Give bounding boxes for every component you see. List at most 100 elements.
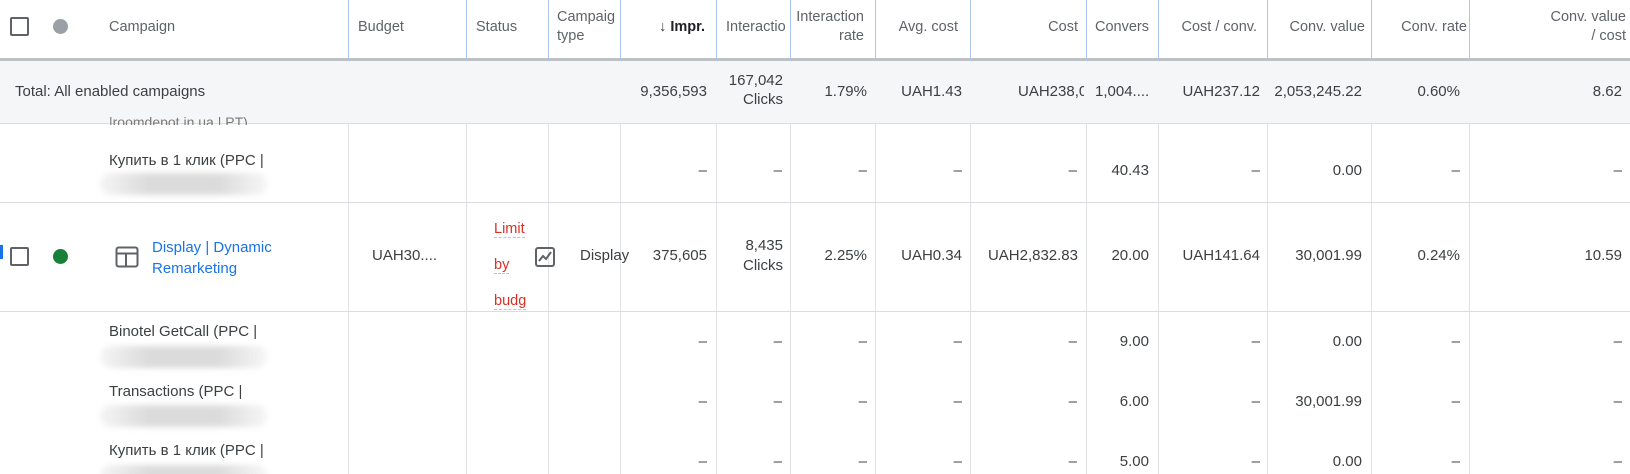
impr-value: – [698, 162, 707, 179]
redacted-text [100, 346, 268, 368]
row-checkbox[interactable] [10, 247, 29, 266]
col-avg-cost[interactable]: Avg. cost [876, 0, 960, 58]
totals-conv-value: 2,053,245.22 [1274, 83, 1362, 100]
totals-impr: 9,356,593 [640, 83, 707, 100]
col-divider[interactable] [1158, 0, 1159, 61]
status-text-2[interactable]: by [494, 257, 510, 274]
col-divider[interactable] [348, 0, 349, 61]
totals-conversions: 1,004.... [1095, 83, 1150, 100]
col-conv-value[interactable]: Conv. value [1268, 0, 1366, 58]
col-conversions[interactable]: Convers [1095, 0, 1157, 58]
redacted-text [100, 465, 268, 474]
col-divider[interactable] [716, 0, 717, 61]
col-impr-label: Impr. [670, 19, 705, 35]
conv-rate-value: – [1451, 453, 1460, 470]
col-campaign-type-label-2: type [557, 28, 585, 44]
col-divider[interactable] [1469, 0, 1470, 61]
col-conv-value-cost[interactable]: Conv. value / cost [1472, 0, 1627, 58]
interactions-count: 8,435 [745, 237, 783, 254]
col-divider[interactable] [970, 0, 971, 61]
col-interactions[interactable]: Interactio [726, 0, 789, 58]
display-campaign-icon [115, 246, 139, 268]
totals-cost: UAH238,085.... [1018, 83, 1084, 100]
conversion-action-name: Купить в 1 клик (PPC | [109, 442, 264, 459]
status-text-3[interactable]: budg [494, 293, 527, 310]
conv-value-cost-value: – [1613, 333, 1622, 350]
partial-row-text: |roomdepot.in.ua | PT) [109, 115, 248, 125]
campaign-name-line-1[interactable]: Display | Dynamic [152, 237, 272, 258]
row-focus-marker [0, 245, 3, 259]
col-divider[interactable] [1086, 0, 1087, 61]
col-divider[interactable] [548, 0, 549, 61]
interaction-rate-value: – [858, 393, 867, 410]
col-divider[interactable] [466, 0, 467, 61]
col-budget[interactable]: Budget [358, 0, 463, 58]
cost-per-conv-value: – [1251, 453, 1260, 470]
status-dot-icon[interactable] [53, 19, 68, 34]
col-conv-value-cost-label-1: Conv. value [1550, 9, 1627, 25]
col-interactions-label: Interactio [726, 19, 786, 35]
conv-rate-value: 0.24% [1417, 247, 1460, 264]
col-campaign-type-label-1: Campaig [557, 9, 616, 25]
col-conv-rate[interactable]: Conv. rate [1373, 0, 1467, 58]
enabled-status-icon[interactable] [53, 249, 68, 264]
conversion-action-name: Binotel GetCall (PPC | [109, 323, 258, 340]
campaigns-table: Campaign Budget Status Campaig type ↓ Im… [0, 0, 1630, 474]
limited-by-budget-status[interactable]: Limit by budg [494, 211, 527, 319]
conv-value-cost-value: – [1613, 162, 1622, 179]
col-interaction-rate[interactable]: Interaction rate [791, 0, 866, 58]
sort-down-arrow-icon: ↓ [659, 19, 667, 35]
table-header: Campaign Budget Status Campaig type ↓ Im… [0, 0, 1630, 61]
campaign-name-link[interactable]: Display | Dynamic Remarketing [152, 237, 272, 279]
conv-value-value: 0.00 [1332, 333, 1362, 350]
interaction-rate-value: – [858, 162, 867, 179]
cost-value: – [1068, 453, 1077, 470]
col-status-label: Status [476, 19, 518, 35]
col-status[interactable]: Status [476, 0, 546, 58]
col-conversions-label: Convers [1095, 19, 1149, 35]
col-conv-value-cost-label-2: / cost [1591, 28, 1626, 44]
totals-conv-value-cost: 8.62 [1592, 83, 1622, 100]
col-cost[interactable]: Cost [972, 0, 1078, 58]
col-divider[interactable] [790, 0, 791, 61]
col-divider[interactable] [620, 0, 621, 61]
conv-value-value: 30,001.99 [1295, 393, 1362, 410]
trend-chart-icon[interactable] [534, 246, 556, 268]
totals-label: Total: All enabled campaigns [15, 83, 206, 100]
col-divider[interactable] [1371, 0, 1372, 61]
conv-value-value: 0.00 [1332, 162, 1362, 179]
conversion-action-name: Transactions (PPC | [109, 383, 243, 400]
col-cost-per-conv[interactable]: Cost / conv. [1160, 0, 1260, 58]
totals-conv-rate: 0.60% [1417, 83, 1460, 100]
col-campaign-label: Campaign [109, 19, 176, 35]
col-divider[interactable] [1267, 0, 1268, 61]
status-text-1[interactable]: Limit [494, 221, 525, 238]
col-campaign-type[interactable]: Campaig type [557, 0, 619, 58]
impr-value: – [698, 393, 707, 410]
conversions-value: 40.43 [1111, 162, 1149, 179]
col-interaction-rate-label-2: rate [839, 28, 864, 44]
cost-value: – [1068, 333, 1077, 350]
interactions-value: – [773, 162, 782, 179]
budget-value[interactable]: UAH30.... [372, 247, 437, 264]
conv-rate-value: – [1451, 393, 1460, 410]
col-campaign[interactable]: Campaign [109, 0, 347, 58]
totals-interactions-type: Clicks [743, 91, 783, 108]
campaign-name-line-2[interactable]: Remarketing [152, 258, 272, 279]
interaction-rate-value: 2.25% [824, 247, 867, 264]
col-impr[interactable]: ↓ Impr. [621, 0, 707, 58]
conv-rate-value: – [1451, 162, 1460, 179]
col-budget-label: Budget [358, 19, 404, 35]
interactions-value: – [773, 453, 782, 470]
col-divider[interactable] [875, 0, 876, 61]
cost-value: – [1068, 393, 1077, 410]
select-all-checkbox[interactable] [10, 17, 29, 36]
totals-interactions: 167,042 Clicks [717, 71, 783, 109]
cost-per-conv-value: – [1251, 162, 1260, 179]
conv-value-cost-value: 10.59 [1584, 247, 1622, 264]
interactions-value: – [773, 393, 782, 410]
row-divider [0, 202, 1630, 203]
totals-avg-cost: UAH1.43 [901, 83, 962, 100]
interactions-value: – [773, 333, 782, 350]
col-conv-value-label: Conv. value [1289, 19, 1366, 35]
